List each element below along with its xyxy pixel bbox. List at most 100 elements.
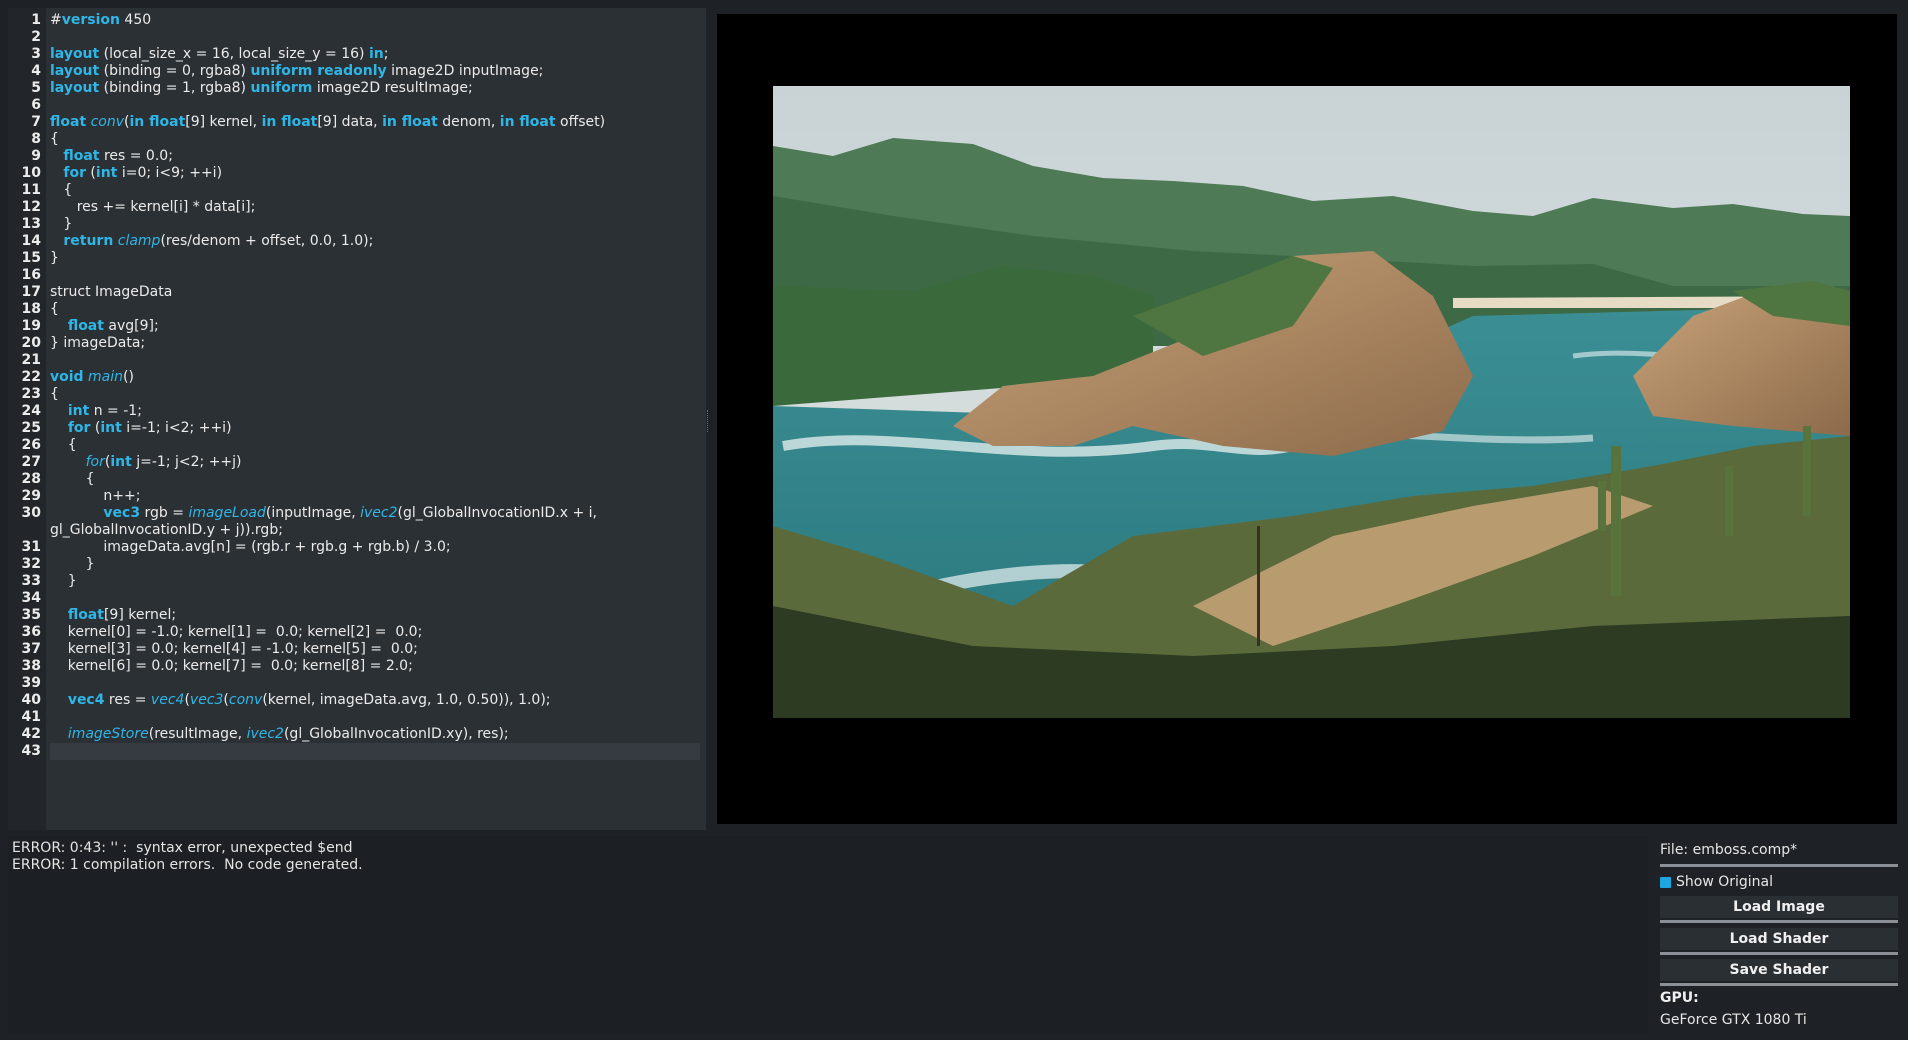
code-text[interactable]: [50, 267, 700, 284]
code-text[interactable]: float avg[9];: [50, 318, 700, 335]
code-text[interactable]: float res = 0.0;: [50, 148, 700, 165]
code-line[interactable]: 31 imageData.avg[n] = (rgb.r + rgb.g + r…: [8, 539, 706, 556]
code-text[interactable]: } imageData;: [50, 335, 700, 352]
code-text[interactable]: #version 450: [50, 12, 700, 29]
code-line[interactable]: 41: [8, 709, 706, 726]
code-text[interactable]: for (int i=0; i<9; ++i): [50, 165, 700, 182]
code-text[interactable]: for (int i=-1; i<2; ++i): [50, 420, 700, 437]
code-line[interactable]: 3 layout (local_size_x = 16, local_size_y…: [8, 46, 706, 63]
load-shader-button[interactable]: Load Shader: [1660, 928, 1898, 950]
code-text[interactable]: int n = -1;: [50, 403, 700, 420]
code-text[interactable]: }: [50, 556, 700, 573]
code-line[interactable]: 16: [8, 267, 706, 284]
code-line[interactable]: 29 n++;: [8, 488, 706, 505]
code-line[interactable]: 23 {: [8, 386, 706, 403]
code-line[interactable]: 42 imageStore(resultImage, ivec2(gl_Glob…: [8, 726, 706, 743]
code-text[interactable]: kernel[6] = 0.0; kernel[7] = 0.0; kernel…: [50, 658, 700, 675]
code-line[interactable]: 17 struct ImageData: [8, 284, 706, 301]
code-line[interactable]: 13 }: [8, 216, 706, 233]
code-line[interactable]: 9 float res = 0.0;: [8, 148, 706, 165]
code-text[interactable]: res += kernel[i] * data[i];: [50, 199, 700, 216]
code-text[interactable]: imageData.avg[n] = (rgb.r + rgb.g + rgb.…: [50, 539, 700, 556]
code-line[interactable]: 21: [8, 352, 706, 369]
code-text[interactable]: layout (binding = 1, rgba8) uniform imag…: [50, 80, 700, 97]
code-line[interactable]: 37 kernel[3] = 0.0; kernel[4] = -1.0; ke…: [8, 641, 706, 658]
code-text[interactable]: [50, 29, 700, 46]
code-line[interactable]: 33 }: [8, 573, 706, 590]
code-line[interactable]: 19 float avg[9];: [8, 318, 706, 335]
code-editor[interactable]: 1 #version 450 2 3 layout (local_size_x = 1…: [8, 8, 706, 830]
code-text[interactable]: vec3 rgb = imageLoad(inputImage, ivec2(g…: [50, 505, 700, 522]
code-line[interactable]: 20} imageData;: [8, 335, 706, 352]
code-text[interactable]: void main(): [50, 369, 700, 386]
code-line[interactable]: 30 vec3 rgb = imageLoad(inputImage, ivec…: [8, 505, 706, 522]
checkbox-checked-icon[interactable]: [1660, 876, 1671, 888]
code-text[interactable]: layout (local_size_x = 16, local_size_y …: [50, 46, 700, 63]
code-line[interactable]: 7 float conv(in float[9] kernel, in float…: [8, 114, 706, 131]
code-text[interactable]: {: [50, 182, 700, 199]
code-text[interactable]: layout (binding = 0, rgba8) uniform read…: [50, 63, 700, 80]
code-line[interactable]: 32 }: [8, 556, 706, 573]
code-line[interactable]: 24 int n = -1;: [8, 403, 706, 420]
line-number: 12: [21, 199, 41, 215]
code-text[interactable]: float conv(in float[9] kernel, in float[…: [50, 114, 700, 131]
code-line[interactable]: 36 kernel[0] = -1.0; kernel[1] = 0.0; ke…: [8, 624, 706, 641]
code-text[interactable]: {: [50, 131, 700, 148]
code-line[interactable]: 40 vec4 res = vec4(vec3(conv(kernel, ima…: [8, 692, 706, 709]
code-text[interactable]: for(int j=-1; j<2; ++j): [50, 454, 700, 471]
code-line[interactable]: 5 layout (binding = 1, rgba8) uniform ima…: [8, 80, 706, 97]
code-line[interactable]: 39: [8, 675, 706, 692]
code-text[interactable]: n++;: [50, 488, 700, 505]
code-line[interactable]: 25 for (int i=-1; i<2; ++i): [8, 420, 706, 437]
code-line[interactable]: 1 #version 450: [8, 12, 706, 29]
code-text[interactable]: struct ImageData: [50, 284, 700, 301]
code-line[interactable]: 11 {: [8, 182, 706, 199]
code-line[interactable]: 34: [8, 590, 706, 607]
code-line[interactable]: 15}: [8, 250, 706, 267]
load-image-button[interactable]: Load Image: [1660, 896, 1898, 918]
code-line[interactable]: 43: [8, 743, 706, 760]
code-line[interactable]: 2: [8, 29, 706, 46]
code-text[interactable]: float[9] kernel;: [50, 607, 700, 624]
code-line[interactable]: 4 layout (binding = 0, rgba8) uniform rea…: [8, 63, 706, 80]
code-text[interactable]: {: [50, 437, 700, 454]
code-text[interactable]: [50, 352, 700, 369]
code-text[interactable]: }: [50, 573, 700, 590]
code-text[interactable]: kernel[0] = -1.0; kernel[1] = 0.0; kerne…: [50, 624, 700, 641]
splitter-handle[interactable]: [707, 410, 710, 432]
code-text[interactable]: }: [50, 216, 700, 233]
code-text[interactable]: }: [50, 250, 700, 267]
code-text[interactable]: [50, 590, 700, 607]
code-line[interactable]: 10 for (int i=0; i<9; ++i): [8, 165, 706, 182]
show-original-label: Show Original: [1676, 874, 1774, 890]
line-number: 22: [21, 369, 41, 385]
code-line[interactable]: 38 kernel[6] = 0.0; kernel[7] = 0.0; ker…: [8, 658, 706, 675]
show-original-checkbox[interactable]: Show Original: [1660, 874, 1773, 890]
code-text[interactable]: [50, 97, 700, 114]
code-line[interactable]: gl_GlobalInvocationID.y + j)).rgb;: [8, 522, 706, 539]
code-text[interactable]: return clamp(res/denom + offset, 0.0, 1.…: [50, 233, 700, 250]
code-line[interactable]: 14 return clamp(res/denom + offset, 0.0,…: [8, 233, 706, 250]
code-text[interactable]: imageStore(resultImage, ivec2(gl_GlobalI…: [50, 726, 700, 743]
code-text[interactable]: [50, 743, 700, 760]
code-text[interactable]: {: [50, 386, 700, 403]
save-shader-button[interactable]: Save Shader: [1660, 959, 1898, 981]
code-line[interactable]: 6: [8, 97, 706, 114]
code-line[interactable]: 8{: [8, 131, 706, 148]
line-number: 34: [21, 590, 41, 606]
code-text[interactable]: vec4 res = vec4(vec3(conv(kernel, imageD…: [50, 692, 700, 709]
code-line[interactable]: 26 {: [8, 437, 706, 454]
code-text[interactable]: gl_GlobalInvocationID.y + j)).rgb;: [50, 522, 700, 539]
code-line[interactable]: 12 res += kernel[i] * data[i];: [8, 199, 706, 216]
code-text[interactable]: {: [50, 471, 700, 488]
code-line[interactable]: 28 {: [8, 471, 706, 488]
code-line[interactable]: 22 void main(): [8, 369, 706, 386]
code-line[interactable]: 27 for(int j=-1; j<2; ++j): [8, 454, 706, 471]
code-text[interactable]: [50, 675, 700, 692]
code-text[interactable]: [50, 709, 700, 726]
code-line[interactable]: 35 float[9] kernel;: [8, 607, 706, 624]
code-line[interactable]: 18 {: [8, 301, 706, 318]
line-number: 5: [31, 80, 41, 96]
code-text[interactable]: {: [50, 301, 700, 318]
code-text[interactable]: kernel[3] = 0.0; kernel[4] = -1.0; kerne…: [50, 641, 700, 658]
